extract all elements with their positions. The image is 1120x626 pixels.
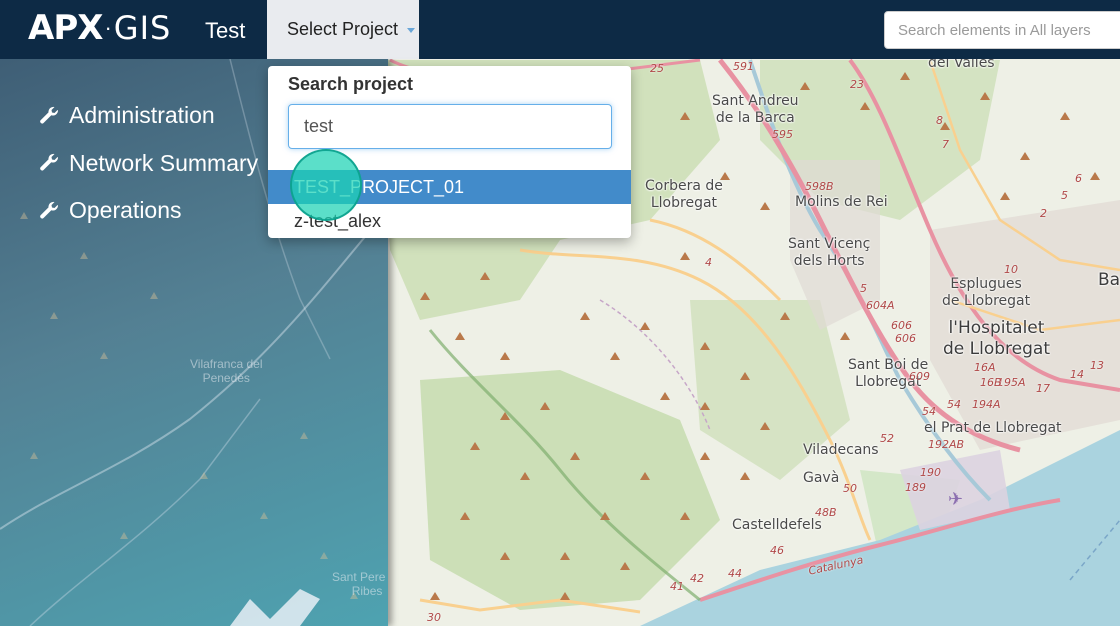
road-label: 8 [936, 114, 943, 127]
road-label: 10 [1004, 263, 1018, 276]
wrench-icon [36, 150, 62, 176]
project-option-z-test-alex[interactable]: z-test_alex [268, 204, 631, 238]
road-label: 14 [1070, 368, 1084, 381]
apx-gis-logo[interactable]: APX · GIS [28, 6, 171, 50]
map-label-corbera: Corbera de Llobregat [645, 178, 723, 211]
road-label: 17 [1036, 382, 1050, 395]
dropdown-header: Search project [288, 74, 414, 94]
road-label: 25 [650, 62, 664, 75]
road-label: 595 [772, 128, 793, 141]
map-label-esplugues: Esplugues de Llobregat [942, 276, 1031, 309]
road-label: 52 [880, 432, 894, 445]
road-label: 606 [895, 332, 916, 345]
top-navbar: APX · GIS Test Select Project [0, 0, 1120, 59]
road-label: 42 [690, 572, 704, 585]
road-label: 48B [815, 506, 837, 519]
road-label: 44 [728, 567, 742, 580]
road-label: 13 [1090, 359, 1104, 372]
road-label: 4 [705, 256, 712, 269]
svg-text:✈: ✈ [948, 489, 963, 510]
sidebar-item-administration[interactable]: Administration [36, 92, 258, 140]
map-label-vicenc: Sant Vicenç dels Horts [788, 236, 871, 269]
logo-apx-text: APX [28, 8, 103, 48]
project-option-test-project-01[interactable]: TEST_PROJECT_01 [268, 170, 631, 204]
map-label-sant-pere: Sant Pere de Ribes [332, 570, 386, 598]
road-label: 2 [1040, 207, 1047, 220]
road-label: 50 [843, 482, 857, 495]
project-dropdown-menu: Search project TEST_PROJECT_01 z-test_al… [268, 66, 631, 238]
wrench-icon [36, 103, 62, 129]
road-label: 6 [1075, 172, 1082, 185]
logo-gis-text: GIS [113, 9, 172, 47]
logo-dot: · [104, 15, 112, 40]
sidebar-item-label: Operations [69, 197, 182, 224]
sidebar-item-label: Administration [69, 102, 215, 129]
road-label: 41 [670, 580, 684, 593]
road-label: 5 [1061, 189, 1068, 202]
road-label: 194A [972, 398, 1001, 411]
map-label-sant-andreu: Sant Andreu de la Barca [712, 93, 799, 126]
map-label-prat: el Prat de Llobregat [924, 420, 1062, 436]
select-project-label: Select Project [287, 19, 399, 39]
sidebar-item-operations[interactable]: Operations [36, 187, 258, 235]
road-label: 598B [805, 180, 834, 193]
project-search-input[interactable] [288, 104, 612, 149]
road-label: 189 [905, 481, 926, 494]
wrench-icon [36, 198, 62, 224]
sidebar-item-label: Network Summary [69, 149, 259, 176]
map-label-hospitalet: l'Hospitalet de Llobregat [943, 318, 1050, 359]
map-label-viladecans: Viladecans [803, 442, 879, 458]
environment-label: Test [205, 18, 246, 43]
road-label: 604A [866, 299, 895, 312]
road-label: 5 [860, 282, 867, 295]
road-label: 54 [922, 405, 936, 418]
road-label: 609 [909, 370, 930, 383]
map-label-gava: Gavà [803, 470, 840, 486]
map-label-vilafranca: Vilafranca del Penedès [190, 357, 263, 385]
road-label: 16B [980, 376, 1002, 389]
sidebar-menu: Administration Network Summary Operation… [36, 92, 258, 235]
select-project-dropdown-toggle[interactable]: Select Project [267, 0, 419, 59]
global-search-input[interactable] [884, 11, 1120, 49]
map-label-molins: Molins de Rei [795, 194, 888, 210]
map-label-ba: Ba [1098, 270, 1120, 290]
road-label: 46 [770, 544, 784, 557]
road-label: 192AB [928, 438, 965, 451]
road-label: 23 [850, 78, 864, 91]
sidebar-item-network-summary[interactable]: Network Summary [36, 140, 258, 188]
road-label: 7 [942, 138, 949, 151]
map-label-castelldefels: Castelldefels [732, 517, 822, 533]
road-label: 591 [733, 60, 754, 73]
road-label: 30 [427, 611, 441, 624]
road-label: 54 [947, 398, 961, 411]
caret-down-icon [407, 28, 416, 33]
